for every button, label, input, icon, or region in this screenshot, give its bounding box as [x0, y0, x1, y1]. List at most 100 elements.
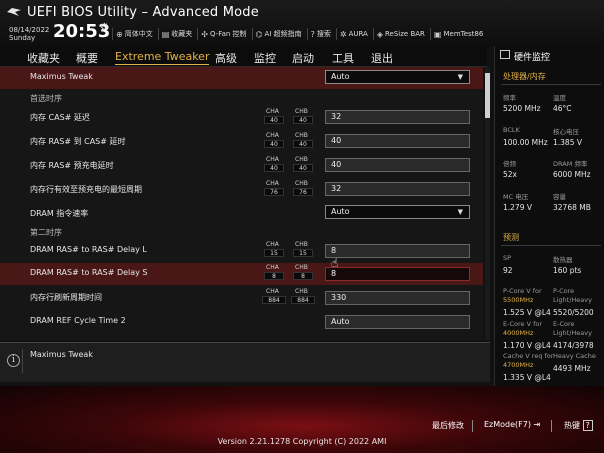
- setting-refresh-cycle[interactable]: 内存行刷新周期时间 CHA CHB 884 884 330: [0, 287, 483, 309]
- chb-label: CHB: [295, 156, 308, 163]
- temp-label: 温度: [553, 94, 566, 102]
- setting-ras-precharge[interactable]: 内存 RAS# 预充电延时 CHA CHB 40 40 40: [0, 155, 483, 177]
- ecore-lh-value: 4174/3978: [553, 341, 594, 350]
- sp-label: SP: [503, 254, 512, 262]
- setting-rrd-l[interactable]: DRAM RAS# to RAS# Delay L CHA CHB 15 15 …: [0, 240, 483, 262]
- cache-freq: 4700MHz: [503, 361, 534, 369]
- tool-label: 简体中文: [124, 30, 153, 38]
- chb-label: CHB: [295, 288, 308, 295]
- scrollbar[interactable]: [485, 67, 490, 340]
- tab-favorites[interactable]: 收藏夹: [27, 50, 60, 66]
- setting-cas-latency[interactable]: 内存 CAS# 延迟 CHA CHB 40 40 32: [0, 107, 483, 129]
- cha-value: 8: [264, 272, 284, 280]
- tool-ai-oc-guide[interactable]: ⌬ AI 超频指南: [251, 28, 305, 40]
- mc-voltage-value: 1.279 V: [503, 203, 532, 212]
- setting-label: DRAM 指令速率: [30, 209, 89, 218]
- rrd-l-input[interactable]: 8: [325, 244, 470, 258]
- cha-label: CHA: [266, 264, 279, 271]
- tab-boot[interactable]: 启动: [292, 50, 314, 66]
- group-cpu-memory: 处理器/内存: [503, 72, 546, 81]
- setting-label: 内存 RAS# 到 CAS# 延时: [30, 137, 126, 146]
- tool-resize-bar[interactable]: ◈ ReSize BAR: [372, 28, 428, 40]
- tool-memtest[interactable]: ▣ MemTest86: [429, 28, 486, 40]
- setting-command-rate[interactable]: DRAM 指令速率 Auto ▼: [0, 203, 483, 225]
- tab-monitor[interactable]: 监控: [254, 50, 276, 66]
- scrollbar-thumb[interactable]: [485, 73, 490, 118]
- aura-icon: ✲: [339, 29, 347, 39]
- sp-value: 92: [503, 266, 513, 275]
- dropdown-arrow-icon: ▼: [457, 73, 463, 81]
- toolbar: ⊕ 简体中文 ▤ 收藏夹 ✣ Q-Fan 控制 ⌬ AI 超频指南 ? 搜索 ✲ AURA …: [112, 28, 486, 40]
- cha-label: CHA: [266, 288, 279, 295]
- setting-ras-to-cas[interactable]: 内存 RAS# 到 CAS# 延时 CHA CHB 40 40 40: [0, 131, 483, 153]
- tab-advanced[interactable]: 高级: [215, 50, 237, 66]
- tool-label: AURA: [348, 30, 368, 38]
- heavy-cache-value: 4493 MHz: [553, 364, 591, 373]
- tool-qfan[interactable]: ✣ Q-Fan 控制: [197, 28, 249, 40]
- help-panel: i Maximus Tweak: [0, 342, 490, 382]
- tool-aura[interactable]: ✲ AURA: [335, 28, 371, 40]
- heavy-cache-label: Heavy Cache: [553, 352, 596, 360]
- pcore-lh-label: P-Core Light/Heavy: [553, 287, 592, 304]
- main-tabs: 收藏夹 概要 Extreme Tweaker 高级 监控 启动 工具 退出: [0, 46, 487, 67]
- command-rate-select[interactable]: Auto ▼: [325, 205, 470, 219]
- setting-maximus-tweak[interactable]: Maximus Tweak Auto ▼: [0, 67, 483, 89]
- setting-label: DRAM RAS# to RAS# Delay S: [30, 268, 148, 277]
- setting-ras-active-time[interactable]: 内存行有效至预充电的最短周期 CHA CHB 76 76 32: [0, 179, 483, 201]
- tool-label: 收藏夹: [171, 30, 193, 38]
- divider: [472, 420, 473, 432]
- maximus-tweak-select[interactable]: Auto ▼: [325, 70, 470, 84]
- chb-value: 40: [293, 116, 313, 124]
- freq-label: 频率: [503, 94, 516, 102]
- bclk-label: BCLK: [503, 126, 520, 134]
- capacity-label: 容量: [553, 193, 566, 201]
- chb-value: 884: [291, 296, 315, 304]
- date-text: 08/14/2022: [9, 26, 50, 34]
- ras-precharge-input[interactable]: 40: [325, 158, 470, 172]
- setting-label: 内存行有效至预充电的最短周期: [30, 185, 142, 194]
- temp-value: 46°C: [553, 104, 572, 113]
- pcore-freq: 5500MHz: [503, 296, 534, 304]
- setting-ref-cycle-2[interactable]: DRAM REF Cycle Time 2 Auto: [0, 311, 483, 333]
- chb-value: 76: [293, 188, 313, 196]
- cha-value: 40: [264, 164, 284, 172]
- cha-value: 40: [264, 116, 284, 124]
- ecore-v-value: 1.170 V @L4: [503, 341, 551, 350]
- tab-tool[interactable]: 工具: [332, 50, 354, 66]
- footer: 最后修改 EzMode(F7) ⇥ 热键 ? Version 2.21.1278…: [0, 386, 604, 453]
- ras-to-cas-input[interactable]: 40: [325, 134, 470, 148]
- tool-label: AI 超频指南: [264, 30, 302, 38]
- tool-label: MemTest86: [443, 30, 484, 38]
- ezmode-label: EzMode(F7): [484, 420, 531, 429]
- select-value: Auto: [331, 207, 350, 216]
- refresh-cycle-input[interactable]: 330: [325, 291, 470, 305]
- tool-language[interactable]: ⊕ 简体中文: [112, 28, 156, 40]
- hotkeys-button[interactable]: 热键 ?: [564, 420, 593, 431]
- rog-logo-icon: [7, 8, 21, 16]
- tab-main[interactable]: 概要: [76, 50, 98, 66]
- exit-arrow-icon: ⇥: [533, 420, 541, 429]
- gear-icon[interactable]: ⚙: [100, 22, 109, 33]
- tool-search[interactable]: ? 搜索: [306, 28, 334, 40]
- mc-voltage-label: MC 电压: [503, 193, 529, 201]
- divider: [22, 349, 23, 373]
- ref-cycle-2-input[interactable]: Auto: [325, 315, 470, 329]
- ratio-value: 52x: [503, 170, 517, 179]
- ezmode-button[interactable]: EzMode(F7) ⇥: [484, 420, 540, 429]
- tab-extreme-tweaker[interactable]: Extreme Tweaker: [115, 50, 210, 65]
- resize-bar-icon: ◈: [376, 29, 383, 39]
- cha-label: CHA: [266, 108, 279, 115]
- ras-active-time-input[interactable]: 32: [325, 182, 470, 196]
- rrd-s-input[interactable]: 8: [325, 267, 470, 281]
- setting-rrd-s[interactable]: DRAM RAS# to RAS# Delay S CHA CHB 8 8 8: [0, 263, 483, 285]
- setting-label: DRAM RAS# to RAS# Delay L: [30, 245, 147, 254]
- cache-v-value: 1.335 V @L4: [503, 373, 551, 382]
- tab-exit[interactable]: 退出: [371, 50, 393, 66]
- day-text: Sunday: [9, 34, 36, 42]
- setting-label: 内存行刷新周期时间: [30, 293, 102, 302]
- last-modified-button[interactable]: 最后修改: [432, 420, 464, 431]
- cas-latency-input[interactable]: 32: [325, 110, 470, 124]
- tool-favorites[interactable]: ▤ 收藏夹: [157, 28, 196, 40]
- hotkey-symbol: ?: [582, 420, 593, 431]
- dram-freq-value: 6000 MHz: [553, 170, 591, 179]
